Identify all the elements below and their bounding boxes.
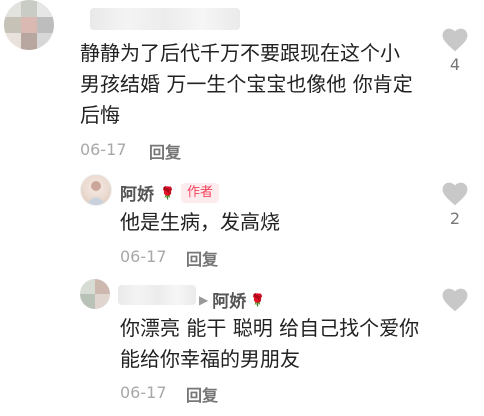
comment-line: 后悔 [80, 103, 120, 127]
reply-line: 他是生病，发高烧 [120, 210, 280, 234]
reply-line: 能给你幸福的男朋友 [120, 347, 300, 371]
comment-line: 静静为了后代千万不要跟现在这个小 [80, 41, 400, 65]
reply-button[interactable]: 回复 [186, 246, 218, 270]
username[interactable]: 阿娇 [120, 180, 154, 205]
rose-icon: 🌹 [250, 292, 266, 307]
reply-button[interactable]: 回复 [149, 139, 181, 163]
reply-line: 你漂亮 能干 聪明 给自己找个爱你 [120, 316, 420, 340]
like-count: 2 [449, 209, 461, 228]
reply-date: 06-17 [120, 383, 167, 402]
username-blurred[interactable] [118, 285, 196, 305]
like-button[interactable]: 2 [441, 182, 469, 228]
heart-icon [442, 182, 468, 206]
username-blurred[interactable] [90, 8, 240, 30]
avatar-blurred[interactable] [80, 279, 110, 309]
like-button[interactable]: 4 [441, 28, 469, 74]
reply-button[interactable]: 回复 [186, 382, 218, 406]
reply-to-header: ▶ 阿娇 🌹 [199, 287, 265, 312]
author-badge: 作者 [180, 182, 219, 203]
heart-icon [442, 28, 468, 52]
like-button[interactable] [441, 288, 469, 312]
like-count: 4 [449, 55, 461, 74]
rose-icon: 🌹 [160, 185, 175, 200]
heart-icon [442, 288, 468, 312]
reply-date: 06-17 [120, 247, 167, 266]
reply-header: 阿娇 🌹 作者 [120, 180, 219, 205]
author-avatar[interactable] [80, 174, 112, 206]
reply-text: 你漂亮 能干 聪明 给自己找个爱你 能给你幸福的男朋友 [120, 313, 440, 375]
play-arrow-icon: ▶ [199, 292, 209, 307]
comment-text: 静静为了后代千万不要跟现在这个小 男孩结婚 万一生个宝宝也像他 你肯定 后悔 [80, 38, 430, 131]
username[interactable]: 阿娇 [212, 287, 246, 312]
avatar-blurred[interactable] [4, 0, 54, 50]
reply-text: 他是生病，发高烧 [120, 207, 420, 238]
avatar-figure-icon [88, 181, 104, 205]
comment-line: 男孩结婚 万一生个宝宝也像他 你肯定 [80, 72, 413, 96]
comment-date: 06-17 [80, 140, 127, 159]
